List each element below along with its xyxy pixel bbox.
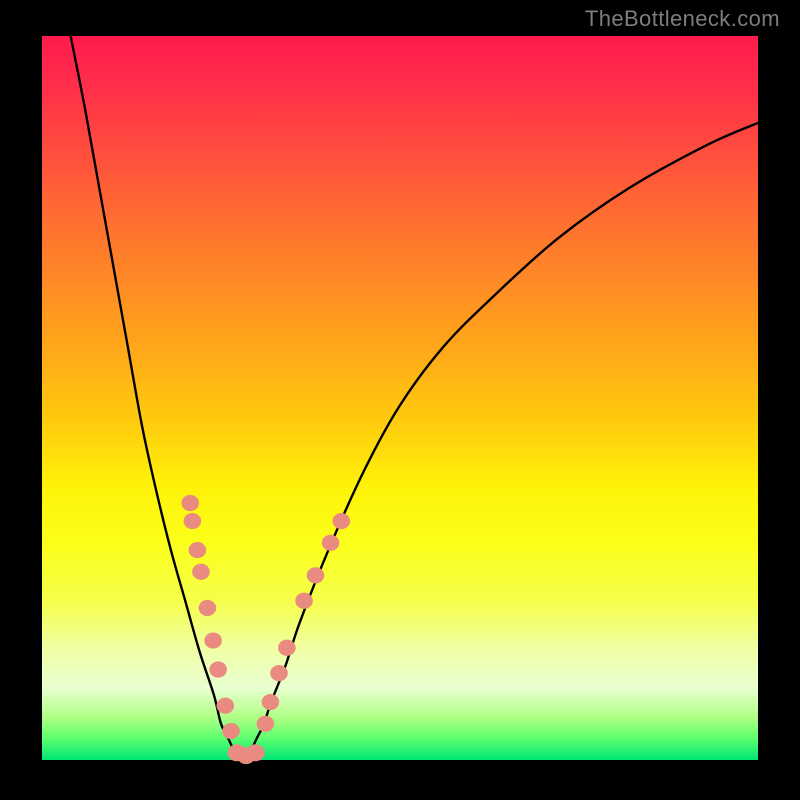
watermark-text: TheBottleneck.com (585, 6, 780, 32)
bead-right-2 (270, 665, 288, 681)
bead-right-1 (262, 694, 280, 710)
bead-left-2 (189, 542, 207, 558)
left-branch-curve (71, 36, 243, 760)
bead-bottom-2 (246, 744, 264, 761)
bead-left-5 (204, 632, 222, 648)
beads-group (181, 495, 350, 764)
chart-frame: TheBottleneck.com (0, 0, 800, 800)
bead-right-5 (307, 567, 325, 583)
bead-left-4 (199, 600, 217, 616)
bead-left-3 (192, 564, 210, 580)
bead-right-4 (295, 593, 313, 609)
bead-left-7 (216, 698, 234, 714)
plot-area (42, 36, 758, 760)
bead-right-3 (278, 640, 296, 656)
bead-left-0 (181, 495, 199, 511)
bead-right-7 (332, 513, 350, 529)
bead-right-6 (322, 535, 340, 551)
right-branch-curve (242, 123, 758, 760)
bead-left-8 (222, 723, 240, 739)
bead-right-0 (257, 716, 275, 732)
curve-layer (42, 36, 758, 760)
bead-left-1 (184, 513, 202, 529)
bead-left-6 (209, 661, 227, 677)
